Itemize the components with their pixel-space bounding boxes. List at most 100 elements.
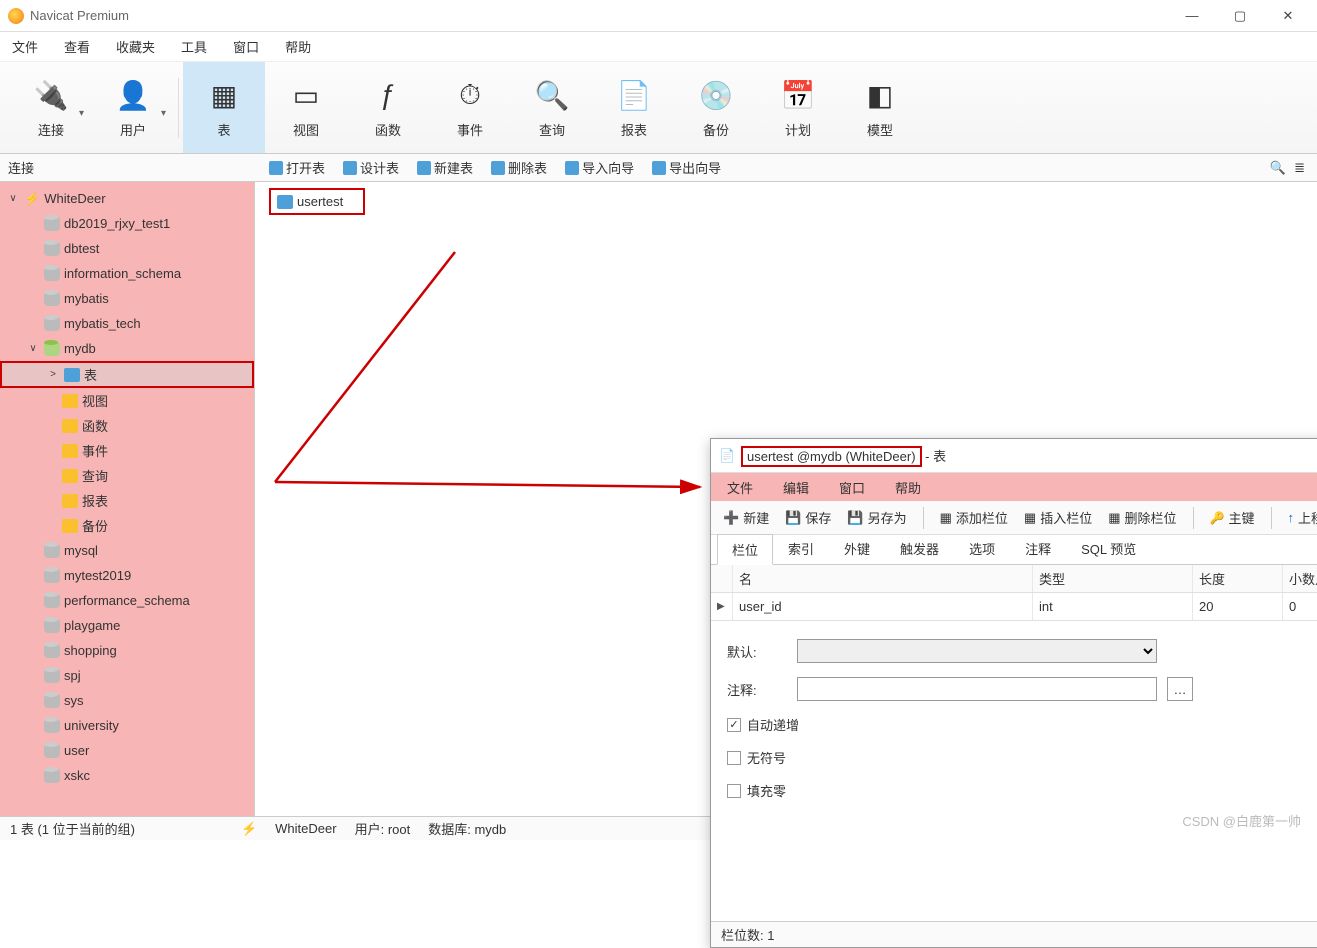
- table-item-usertest[interactable]: usertest: [269, 188, 365, 215]
- conn-action-2[interactable]: 新建表: [411, 156, 479, 179]
- col-decimal-header: 小数点: [1283, 565, 1317, 592]
- toolbar-model[interactable]: ◧模型: [839, 62, 921, 153]
- tree-db-mybatis[interactable]: mybatis: [0, 286, 254, 311]
- cell-type[interactable]: int: [1033, 593, 1193, 620]
- menu-view[interactable]: 查看: [64, 37, 90, 56]
- tree-item-查询[interactable]: 查询: [0, 463, 254, 488]
- tree-db-university[interactable]: university: [0, 713, 254, 738]
- tree-db-shopping[interactable]: shopping: [0, 638, 254, 663]
- toolbar-user[interactable]: 👤用户▾: [92, 62, 174, 153]
- tree-item-备份[interactable]: 备份: [0, 513, 254, 538]
- inner-menu-help[interactable]: 帮助: [895, 478, 921, 497]
- tree-item-事件[interactable]: 事件: [0, 438, 254, 463]
- tab-3[interactable]: 触发器: [885, 533, 954, 564]
- menu-tools[interactable]: 工具: [181, 37, 207, 56]
- connection-tree[interactable]: ∨⚡WhiteDeerdb2019_rjxy_test1dbtestinform…: [0, 182, 255, 816]
- tree-db-spj[interactable]: spj: [0, 663, 254, 688]
- comment-more-button[interactable]: …: [1167, 677, 1193, 701]
- tree-db-db2019_rjxy_test1[interactable]: db2019_rjxy_test1: [0, 211, 254, 236]
- tree-db-performance_schema[interactable]: performance_schema: [0, 588, 254, 613]
- primary-key-button[interactable]: 主键: [1206, 506, 1259, 529]
- tab-5[interactable]: 注释: [1010, 533, 1066, 564]
- table-row[interactable]: user_id int 20 0 1: [711, 593, 1317, 621]
- inner-menu-file[interactable]: 文件: [727, 478, 753, 497]
- saveas-button[interactable]: 💾另存为: [843, 506, 910, 529]
- menu-favorites[interactable]: 收藏夹: [116, 37, 155, 56]
- unsigned-checkbox[interactable]: [727, 751, 741, 765]
- tree-node-label: 表: [84, 365, 97, 384]
- cell-length[interactable]: 20: [1193, 593, 1283, 620]
- tree-db-xskc[interactable]: xskc: [0, 763, 254, 788]
- tree-node-icon: [44, 292, 60, 306]
- insert-column-button[interactable]: ▦插入栏位: [1020, 506, 1096, 529]
- tree-connection[interactable]: ∨⚡WhiteDeer: [0, 186, 254, 211]
- tab-2[interactable]: 外键: [829, 533, 885, 564]
- window-maximize[interactable]: ▢: [1225, 8, 1255, 24]
- tree-node-icon: [44, 594, 60, 608]
- default-label: 默认:: [727, 642, 787, 661]
- move-up-button[interactable]: ↑上移: [1284, 506, 1317, 529]
- tree-db-mydb[interactable]: ∨mydb: [0, 336, 254, 361]
- add-column-button[interactable]: ▦添加栏位: [936, 506, 1012, 529]
- toolbar-function[interactable]: ƒ函数: [347, 62, 429, 153]
- tab-4[interactable]: 选项: [954, 533, 1010, 564]
- toolbar-table[interactable]: ▦表: [183, 62, 265, 153]
- action-icon: [343, 161, 357, 175]
- status-left: 1 表 (1 位于当前的组): [10, 819, 135, 838]
- tree-node-icon: [44, 342, 60, 356]
- tree-db-mytest2019[interactable]: mytest2019: [0, 563, 254, 588]
- conn-action-0[interactable]: 打开表: [263, 156, 331, 179]
- menu-file[interactable]: 文件: [12, 37, 38, 56]
- tree-node-icon: [44, 719, 60, 733]
- tab-6[interactable]: SQL 预览: [1066, 533, 1151, 564]
- tree-node-icon: [44, 242, 60, 256]
- window-close[interactable]: ✕: [1273, 8, 1303, 24]
- tree-db-mysql[interactable]: mysql: [0, 538, 254, 563]
- delete-column-button[interactable]: ▦删除栏位: [1104, 506, 1180, 529]
- default-select[interactable]: [797, 639, 1157, 663]
- toolbar-backup[interactable]: 💿备份: [675, 62, 757, 153]
- tree-db-playgame[interactable]: playgame: [0, 613, 254, 638]
- menu-help[interactable]: 帮助: [285, 37, 311, 56]
- menu-window[interactable]: 窗口: [233, 37, 259, 56]
- toolbar-label: 模型: [867, 120, 893, 139]
- tree-db-information_schema[interactable]: information_schema: [0, 261, 254, 286]
- toolbar-view[interactable]: ▭视图: [265, 62, 347, 153]
- toolbar-query[interactable]: 🔍查询: [511, 62, 593, 153]
- conn-action-3[interactable]: 删除表: [485, 156, 553, 179]
- conn-action-1[interactable]: 设计表: [337, 156, 405, 179]
- tree-db-mybatis_tech[interactable]: mybatis_tech: [0, 311, 254, 336]
- tree-node-icon: [44, 267, 60, 281]
- window-minimize[interactable]: —: [1177, 8, 1207, 24]
- tab-0[interactable]: 栏位: [717, 534, 773, 565]
- tree-item-报表[interactable]: 报表: [0, 488, 254, 513]
- tab-1[interactable]: 索引: [773, 533, 829, 564]
- tree-item-表[interactable]: >表: [0, 361, 254, 388]
- tree-item-函数[interactable]: 函数: [0, 413, 254, 438]
- tree-db-sys[interactable]: sys: [0, 688, 254, 713]
- zerofill-checkbox[interactable]: [727, 784, 741, 798]
- connection-bar: 连接 打开表设计表新建表删除表导入向导导出向导 🔍 ≣: [0, 154, 1317, 182]
- backup-icon: 💿: [697, 76, 735, 114]
- auto-increment-checkbox[interactable]: [727, 718, 741, 732]
- cell-name[interactable]: user_id: [733, 593, 1033, 620]
- toolbar-schedule[interactable]: 📅计划: [757, 62, 839, 153]
- conn-action-5[interactable]: 导出向导: [646, 156, 727, 179]
- list-view-icon[interactable]: ≣: [1294, 160, 1305, 176]
- cell-decimal[interactable]: 0: [1283, 593, 1317, 620]
- inner-menu-window[interactable]: 窗口: [839, 478, 865, 497]
- inner-menu-edit[interactable]: 编辑: [783, 478, 809, 497]
- tree-item-视图[interactable]: 视图: [0, 388, 254, 413]
- comment-input[interactable]: [797, 677, 1157, 701]
- search-icon[interactable]: 🔍: [1270, 160, 1286, 176]
- tree-db-dbtest[interactable]: dbtest: [0, 236, 254, 261]
- toolbar-plug[interactable]: 🔌连接▾: [10, 62, 92, 153]
- columns-grid[interactable]: 名 类型 长度 小数点 允许空值 ( user_id int 20 0 1: [711, 565, 1317, 621]
- toolbar-report[interactable]: 📄报表: [593, 62, 675, 153]
- save-button[interactable]: 💾保存: [781, 506, 835, 529]
- conn-action-4[interactable]: 导入向导: [559, 156, 640, 179]
- plug-icon: 🔌: [32, 76, 70, 114]
- tree-db-user[interactable]: user: [0, 738, 254, 763]
- toolbar-event[interactable]: ⏱事件: [429, 62, 511, 153]
- new-button[interactable]: ➕新建: [719, 506, 773, 529]
